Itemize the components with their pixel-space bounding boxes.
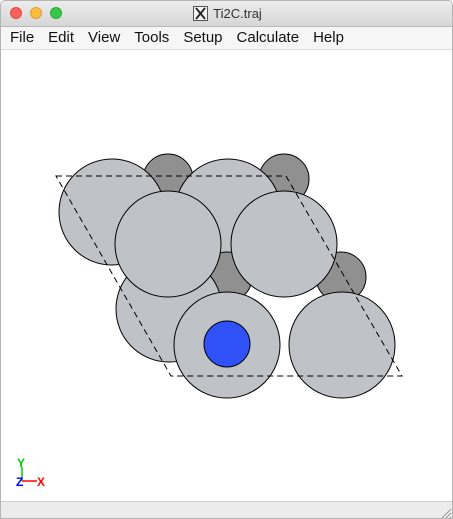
- x-axis-label: X: [37, 475, 45, 489]
- menu-help[interactable]: Help: [306, 27, 351, 49]
- atom-ti-front-1[interactable]: [114, 190, 222, 298]
- window-title-group: Ti2C.traj: [1, 1, 452, 26]
- window-title: Ti2C.traj: [213, 6, 262, 21]
- menu-file[interactable]: File: [3, 27, 41, 49]
- menu-bar: File Edit View Tools Setup Calculate Hel…: [1, 27, 452, 49]
- axis-indicator: Y Z X: [16, 456, 45, 489]
- atoms-viewport[interactable]: Y Z X: [1, 50, 453, 501]
- structure-view[interactable]: Y Z X: [1, 50, 453, 501]
- atom-selected[interactable]: [203, 320, 251, 368]
- menu-setup[interactable]: Setup: [176, 27, 229, 49]
- atom-ti-front-2[interactable]: [230, 190, 338, 298]
- app-window: Ti2C.traj File Edit View Tools Setup Cal…: [0, 0, 453, 519]
- menu-edit[interactable]: Edit: [41, 27, 81, 49]
- y-axis-label: Y: [17, 456, 25, 470]
- atom-ti-front-4[interactable]: [288, 291, 396, 399]
- menu-tools[interactable]: Tools: [127, 27, 176, 49]
- menu-calculate[interactable]: Calculate: [230, 27, 307, 49]
- title-bar[interactable]: Ti2C.traj: [1, 1, 452, 27]
- z-axis-label: Z: [16, 475, 23, 489]
- x11-icon: [193, 6, 209, 21]
- menu-view[interactable]: View: [81, 27, 127, 49]
- status-bar: [1, 501, 452, 519]
- resize-grip-icon[interactable]: [440, 507, 452, 519]
